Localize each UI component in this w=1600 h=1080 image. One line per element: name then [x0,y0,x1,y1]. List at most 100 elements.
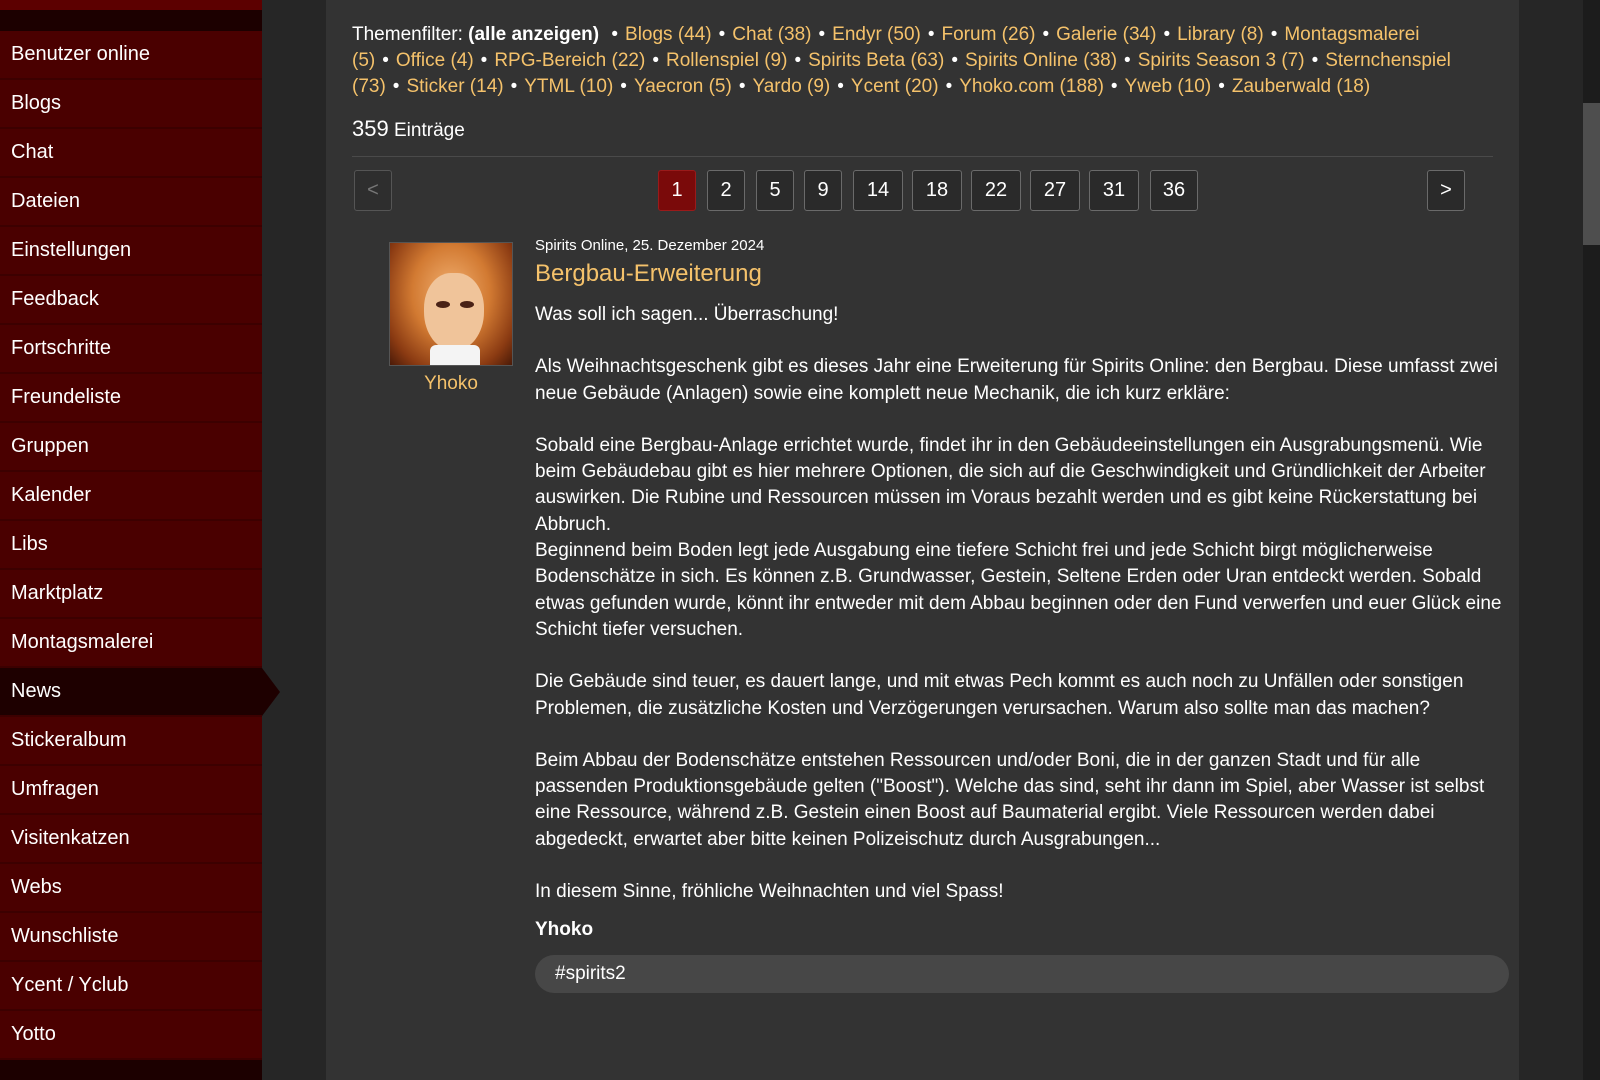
post-paragraph: Was soll ich sagen... Überraschung! [535,304,839,325]
sidebar-item-yotto[interactable]: Yotto [0,1011,262,1060]
page-button-5[interactable]: 5 [756,170,794,211]
topic-link[interactable]: Endyr (50) [832,24,921,45]
sidebar-item-wunschliste[interactable]: Wunschliste [0,913,262,962]
topic-link[interactable]: Blogs (44) [625,24,712,45]
topic-separator: • [718,24,726,45]
author-avatar[interactable] [389,242,513,366]
post-paragraph: Als Weihnachtsgeschenk gibt es dieses Ja… [535,356,1498,404]
news-content-panel: Themenfilter: (alle anzeigen) • Blogs (44… [326,0,1519,1080]
post-body: Spirits Online, 25. Dezember 2024 Bergba… [535,236,1509,994]
sidebar-item-benutzer-online[interactable]: Benutzer online [0,31,262,80]
topic-link[interactable]: Ycent (20) [851,76,939,97]
pagination: < 1 2 5 9 14 18 22 27 31 36 > [352,170,1493,236]
sidebar-item-umfragen[interactable]: Umfragen [0,766,262,815]
topic-link[interactable]: Forum (26) [942,24,1036,45]
topic-link[interactable]: YTML (10) [524,76,613,97]
sidebar-item-label: Fortschritte [11,337,112,359]
sidebar-item-label: Ycent / Yclub [11,974,129,996]
post-paragraph: Die Gebäude sind teuer, es dauert lange,… [535,671,1464,719]
sidebar-item-news[interactable]: News [0,668,280,717]
vertical-scrollbar[interactable] [1583,0,1600,1080]
topic-link[interactable]: Rollenspiel (9) [666,50,787,71]
topic-link[interactable]: Chat (38) [732,24,811,45]
entry-count-label: Einträge [394,120,465,141]
topic-separator: • [1110,76,1118,97]
page-button-22[interactable]: 22 [971,170,1021,211]
topic-separator: • [510,76,518,97]
topic-link[interactable]: Yardo (9) [752,76,830,97]
topic-link[interactable]: Library (8) [1177,24,1264,45]
sidebar-item-label: Libs [11,533,48,555]
news-post: Yhoko Spirits Online, 25. Dezember 2024 … [352,236,1509,994]
post-paragraph: Beginnend beim Boden legt jede Ausgabung… [535,540,1502,640]
show-all-link[interactable]: (alle anzeigen) [468,24,599,45]
post-paragraph: Sobald eine Bergbau-Anlage errichtet wur… [535,434,1486,535]
topic-separator: • [652,50,659,71]
page-button-14[interactable]: 14 [853,170,903,211]
sidebar-item-libs[interactable]: Libs [0,521,262,570]
topic-link[interactable]: Yhoko.com (188) [959,76,1104,97]
sidebar-item-freundeliste[interactable]: Freundeliste [0,374,262,423]
sidebar-item-blogs[interactable]: Blogs [0,80,262,129]
author-name-link[interactable]: Yhoko [389,373,513,395]
topic-separator: • [794,50,802,71]
topic-separator: • [1218,76,1225,97]
sidebar-item-feedback[interactable]: Feedback [0,276,262,325]
avatar-eye-left [436,301,450,308]
post-paragraph: In diesem Sinne, fröhliche Weihnachten u… [535,881,1004,903]
page-button-18[interactable]: 18 [912,170,962,211]
sidebar-item-montagsmalerei[interactable]: Montagsmalerei [0,619,262,668]
sidebar-item-stickeralbum[interactable]: Stickeralbum [0,717,262,766]
post-tag[interactable]: #spirits2 [535,955,1509,994]
page-button-36[interactable]: 36 [1150,170,1198,211]
sidebar-item-einstellungen[interactable]: Einstellungen [0,227,262,276]
avatar-face [424,273,484,351]
sidebar-item-visitenkatzen[interactable]: Visitenkatzen [0,815,262,864]
topic-separator: • [1311,50,1319,71]
topic-link[interactable]: Sticker (14) [406,76,503,97]
post-title-link[interactable]: Bergbau-Erweiterung [535,260,1505,288]
page-button-31[interactable]: 31 [1089,170,1139,211]
post-signature: Yhoko [535,919,594,941]
topic-link[interactable]: RPG-Bereich (22) [494,50,645,71]
divider [352,156,1493,157]
sidebar-item-fortschritte[interactable]: Fortschritte [0,325,262,374]
sidebar-nav: Benutzer online Blogs Chat Dateien Einstellu… [0,0,280,1080]
sidebar-header-strip [0,10,262,31]
topic-link[interactable]: Galerie (34) [1056,24,1156,45]
scrollbar-thumb[interactable] [1583,103,1600,245]
sidebar-item-label: Feedback [11,288,99,310]
page-button-1[interactable]: 1 [658,170,696,211]
topic-link[interactable]: Zauberwald (18) [1232,76,1370,97]
avatar-collar [430,345,480,365]
topic-link[interactable]: Yaecron (5) [634,76,732,97]
sidebar-item-label: Einstellungen [11,239,132,261]
sidebar-item-kalender[interactable]: Kalender [0,472,262,521]
avatar-eye-right [460,301,474,308]
page-button-9[interactable]: 9 [804,170,842,211]
topic-separator: • [382,50,389,71]
topic-separator: • [945,76,953,97]
sidebar-item-dateien[interactable]: Dateien [0,178,262,227]
sidebar-item-marktplatz[interactable]: Marktplatz [0,570,262,619]
prev-page-button[interactable]: < [354,170,392,211]
page-button-2[interactable]: 2 [707,170,745,211]
topic-separator: • [611,24,619,45]
sidebar-item-ycent-yclub[interactable]: Ycent / Yclub [0,962,262,1011]
topic-separator: • [837,76,844,97]
topic-separator: • [1124,50,1131,71]
next-page-button[interactable]: > [1427,170,1465,211]
topic-link[interactable]: Office (4) [396,50,474,71]
topic-filter-label: Themenfilter: [352,24,463,45]
page-button-27[interactable]: 27 [1030,170,1080,211]
sidebar-item-label: Kalender [11,484,92,506]
topic-link[interactable]: Spirits Online (38) [965,50,1117,71]
sidebar-item-webs[interactable]: Webs [0,864,262,913]
sidebar-item-chat[interactable]: Chat [0,129,262,178]
sidebar-item-gruppen[interactable]: Gruppen [0,423,262,472]
topic-link[interactable]: Spirits Season 3 (7) [1138,50,1305,71]
topic-separator: • [1270,24,1278,45]
topic-link[interactable]: Yweb (10) [1125,76,1212,97]
sidebar-item-label: Wunschliste [11,925,119,947]
topic-link[interactable]: Spirits Beta (63) [808,50,944,71]
